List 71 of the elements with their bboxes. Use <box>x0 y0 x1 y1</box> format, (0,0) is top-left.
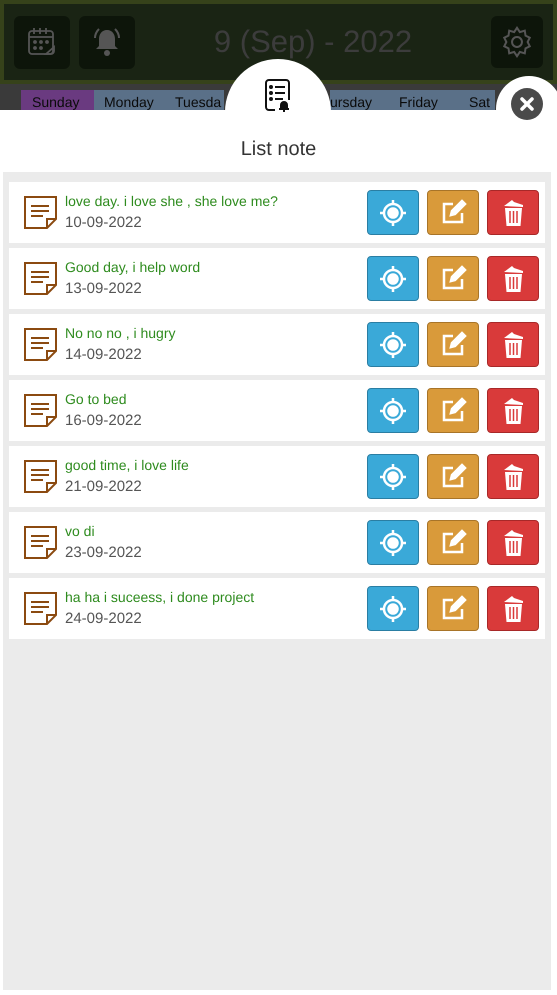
note-date: 14-09-2022 <box>65 345 143 365</box>
target-icon <box>379 396 407 424</box>
bell-button[interactable] <box>79 16 135 68</box>
target-icon <box>379 594 407 622</box>
delete-button[interactable] <box>487 520 539 565</box>
close-icon <box>519 96 535 112</box>
delete-button[interactable] <box>487 322 539 367</box>
day-tab[interactable]: Tuesda <box>168 90 224 110</box>
locate-button[interactable] <box>367 388 419 433</box>
locate-button[interactable] <box>367 520 419 565</box>
note-date: 16-09-2022 <box>65 411 143 431</box>
edit-button[interactable] <box>427 586 479 631</box>
note-icon <box>24 526 57 559</box>
note-text: vo di <box>65 522 96 540</box>
delete-button[interactable] <box>487 190 539 235</box>
edit-button[interactable] <box>427 322 479 367</box>
note-icon <box>24 460 57 493</box>
day-tab[interactable]: Sat <box>464 90 495 110</box>
day-tab[interactable]: Friday <box>390 90 464 110</box>
day-tab[interactable]: ursday <box>330 90 390 110</box>
note-icon <box>24 592 57 625</box>
note-text: love day. i love she , she love me? <box>65 192 279 210</box>
note-icon <box>24 394 57 427</box>
locate-button[interactable] <box>367 586 419 631</box>
edit-button[interactable] <box>427 454 479 499</box>
note-row[interactable]: No no no , i hugry 14-09-2022 <box>9 314 545 375</box>
note-text: No no no , i hugry <box>65 324 177 342</box>
calendar-icon <box>26 26 58 58</box>
locate-button[interactable] <box>367 322 419 367</box>
note-row[interactable]: vo di 23-09-2022 <box>9 512 545 573</box>
edit-button[interactable] <box>427 256 479 301</box>
bell-icon <box>91 26 123 58</box>
locate-button[interactable] <box>367 190 419 235</box>
note-text: good time, i love life <box>65 456 190 474</box>
note-text: Good day, i help word <box>65 258 202 276</box>
delete-button[interactable] <box>487 586 539 631</box>
edit-button[interactable] <box>427 520 479 565</box>
target-icon <box>379 528 407 556</box>
settings-icon <box>500 25 534 59</box>
sheet-title: List note <box>240 137 316 162</box>
calendar-button[interactable] <box>14 16 70 68</box>
note-date: 24-09-2022 <box>65 609 143 629</box>
settings-button[interactable] <box>491 16 543 68</box>
note-text: Go to bed <box>65 390 128 408</box>
delete-button[interactable] <box>487 454 539 499</box>
target-icon <box>379 198 407 226</box>
locate-button[interactable] <box>367 454 419 499</box>
delete-button[interactable] <box>487 388 539 433</box>
edit-button[interactable] <box>427 190 479 235</box>
edit-button[interactable] <box>427 388 479 433</box>
note-icon <box>24 196 57 229</box>
delete-button[interactable] <box>487 256 539 301</box>
note-row[interactable]: ha ha i suceess, i done project 24-09-2022 <box>9 578 545 639</box>
note-text: ha ha i suceess, i done project <box>65 588 256 606</box>
note-row[interactable]: good time, i love life 21-09-2022 <box>9 446 545 507</box>
note-row[interactable]: Good day, i help word 13-09-2022 <box>9 248 545 309</box>
close-button[interactable] <box>511 88 543 120</box>
note-icon <box>24 262 57 295</box>
list-bell-icon <box>263 79 293 113</box>
note-date: 23-09-2022 <box>65 543 143 563</box>
target-icon <box>379 462 407 490</box>
note-icon <box>24 328 57 361</box>
target-icon <box>379 330 407 358</box>
target-icon <box>379 264 407 292</box>
note-date: 10-09-2022 <box>65 213 143 233</box>
note-row[interactable]: Go to bed 16-09-2022 <box>9 380 545 441</box>
day-tab[interactable]: Monday <box>94 90 168 110</box>
note-date: 21-09-2022 <box>65 477 143 497</box>
note-row[interactable]: love day. i love she , she love me? 10-09-2022 <box>9 182 545 243</box>
locate-button[interactable] <box>367 256 419 301</box>
note-date: 13-09-2022 <box>65 279 143 299</box>
